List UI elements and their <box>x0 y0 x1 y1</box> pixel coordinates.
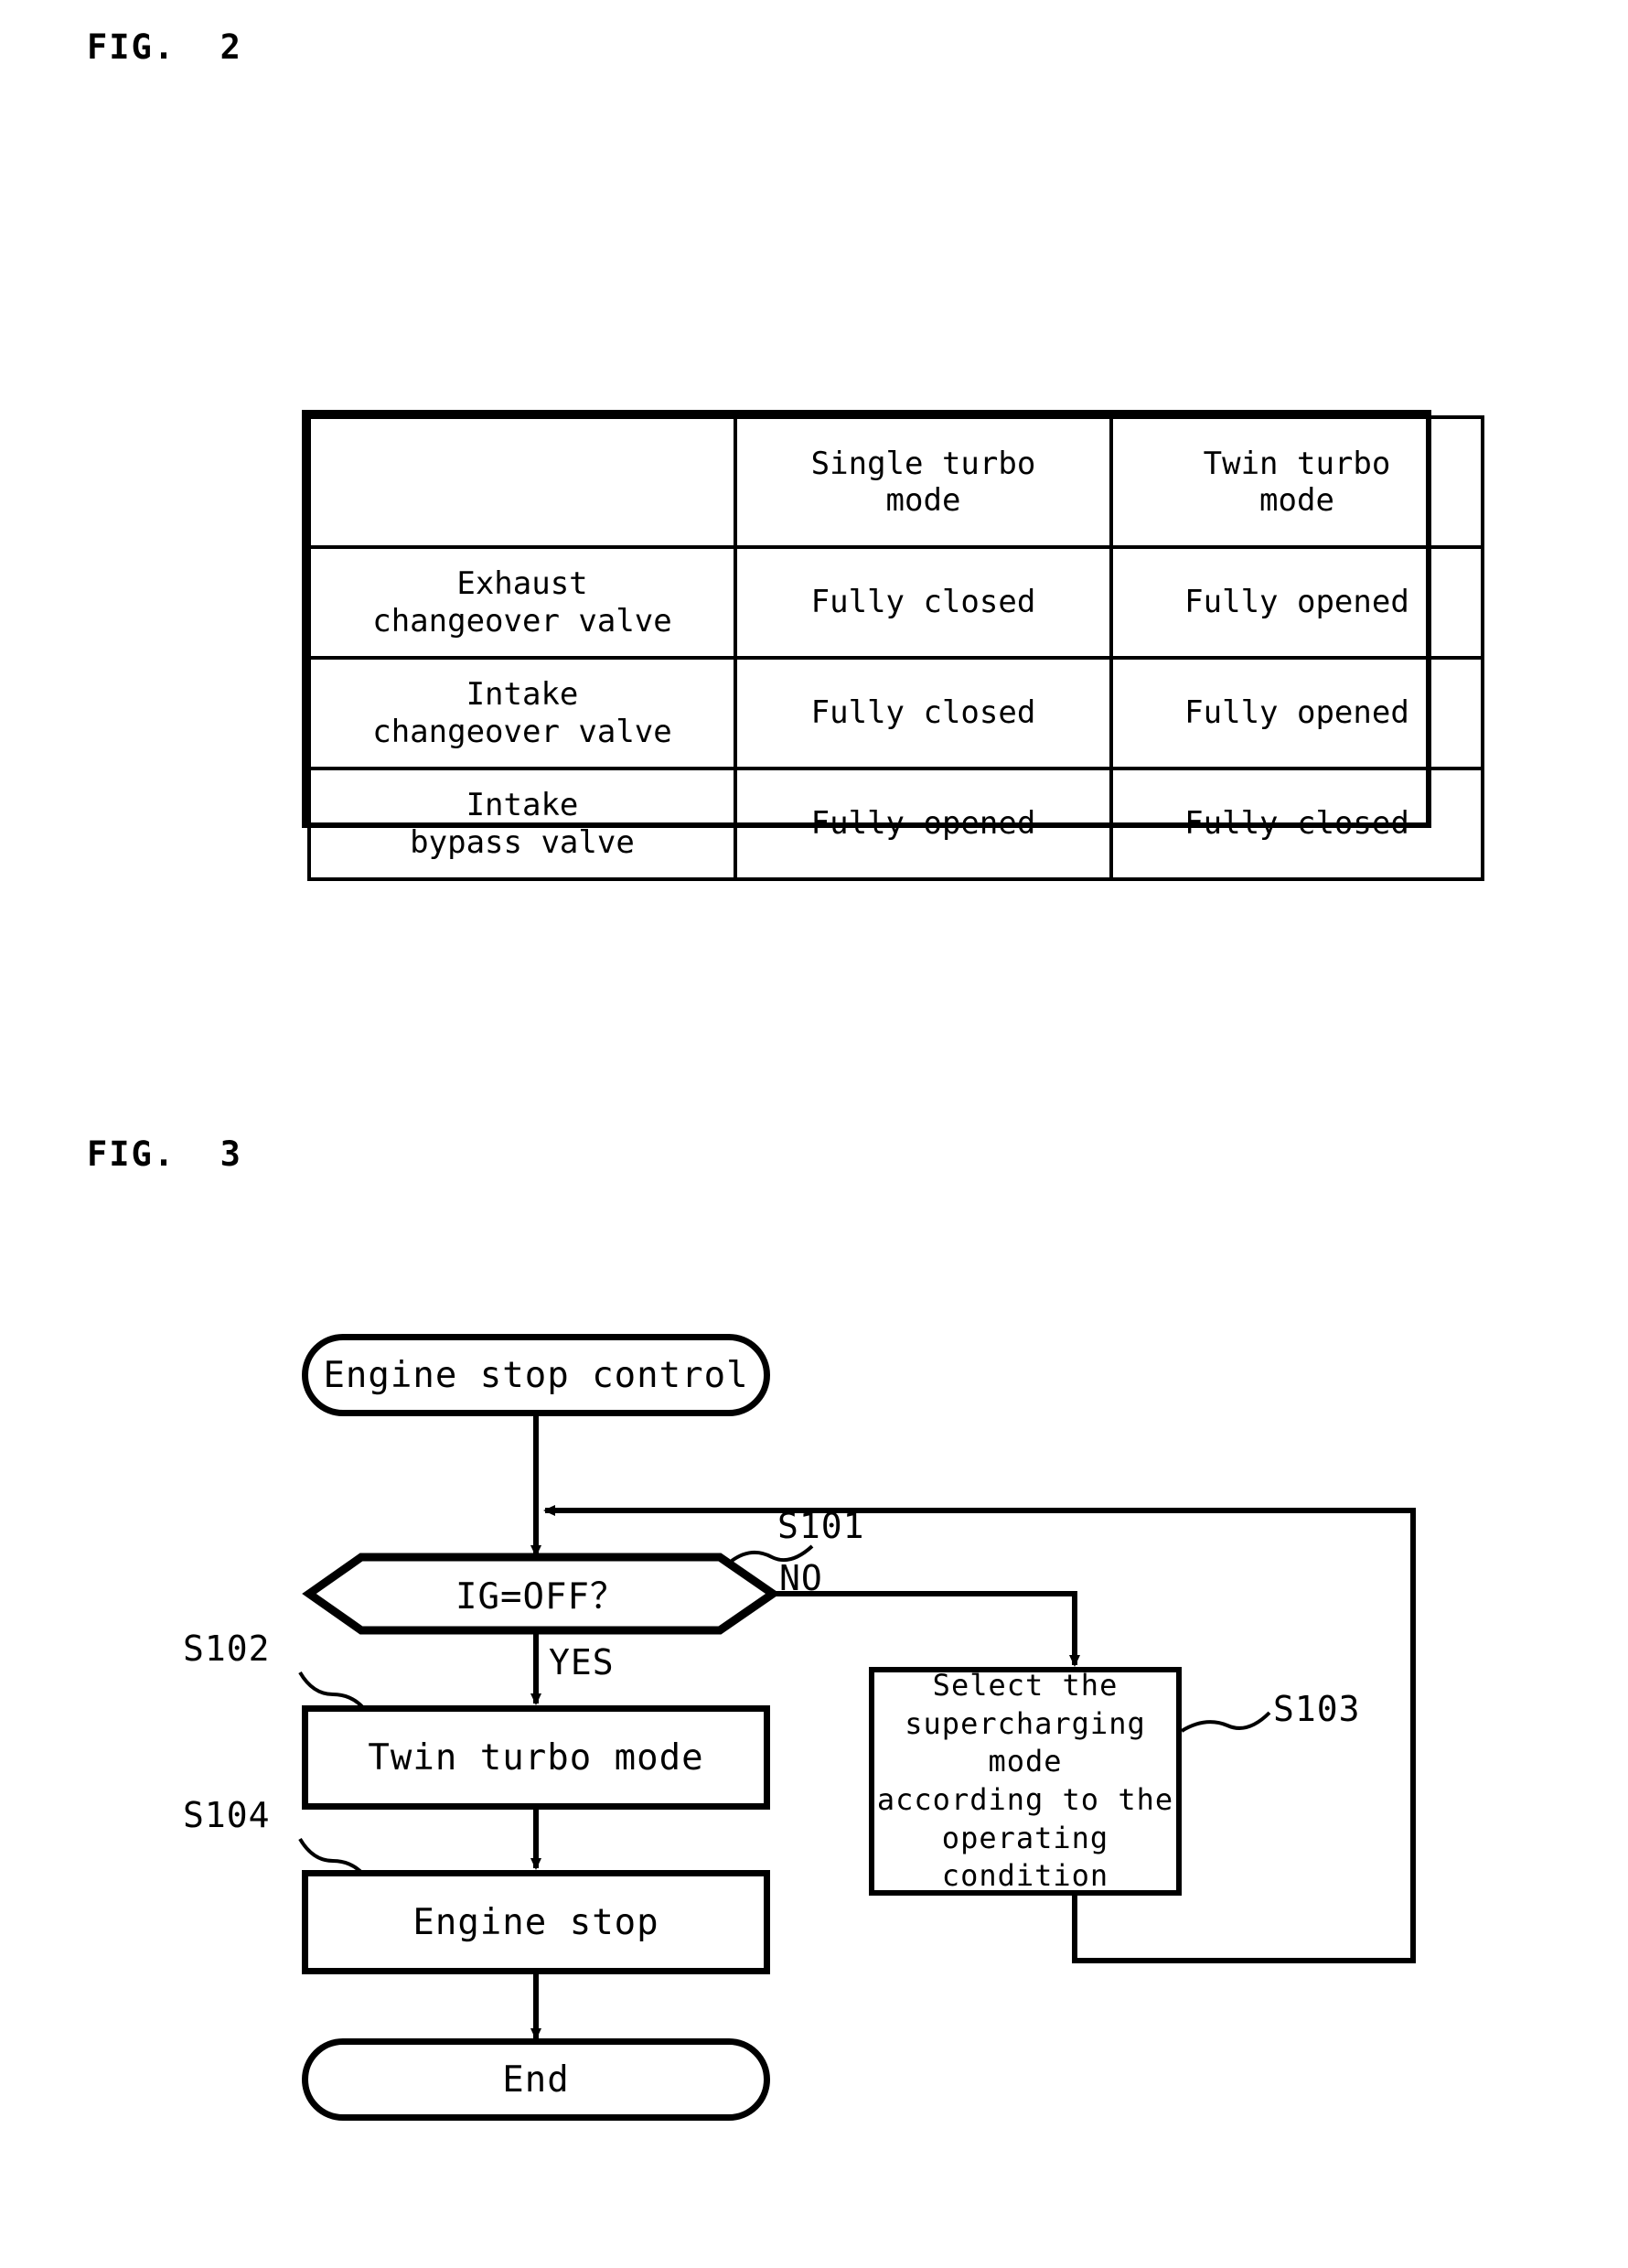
table-row: Intake bypass valve Fully opened Fully c… <box>307 767 1484 881</box>
flow-node-select-supercharging-mode[interactable]: Select the supercharging mode according … <box>869 1667 1182 1896</box>
figure-3-label: FIG. 3 <box>87 1134 242 1174</box>
cell-intake-bypass-twin: Fully closed <box>1109 767 1484 881</box>
table-header-row: Single turbo mode Twin turbo mode <box>307 415 1484 549</box>
table-row: Exhaust changeover valve Fully closed Fu… <box>307 545 1484 660</box>
column-header-single-turbo: Single turbo mode <box>734 415 1113 549</box>
cell-intake-changeover-single: Fully closed <box>734 656 1113 770</box>
branch-label-yes: YES <box>549 1642 615 1682</box>
flow-node-decision-ig-off[interactable]: IG=OFF？ <box>309 1557 773 1630</box>
cell-intake-bypass-single: Fully opened <box>734 767 1113 881</box>
step-ref-s103: S103 <box>1273 1689 1361 1729</box>
row-label-intake-bypass-valve: Intake bypass valve <box>307 767 737 881</box>
table-row: Intake changeover valve Fully closed Ful… <box>307 656 1484 770</box>
row-label-intake-changeover-valve: Intake changeover valve <box>307 656 737 770</box>
figure-2-label: FIG. 2 <box>87 27 242 67</box>
flow-node-engine-stop[interactable]: Engine stop <box>302 1870 770 1974</box>
cell-intake-changeover-twin: Fully opened <box>1109 656 1484 770</box>
flow-node-twin-turbo-mode[interactable]: Twin turbo mode <box>302 1705 770 1810</box>
step-ref-s102: S102 <box>183 1628 271 1669</box>
branch-label-no: NO <box>779 1558 823 1598</box>
flow-node-end[interactable]: End <box>302 2038 770 2121</box>
table-corner-cell <box>307 415 737 549</box>
turbo-mode-table: Single turbo mode Twin turbo mode Exhaus… <box>302 410 1484 881</box>
step-ref-s104: S104 <box>183 1795 271 1835</box>
cell-exhaust-twin: Fully opened <box>1109 545 1484 660</box>
row-label-exhaust-changeover-valve: Exhaust changeover valve <box>307 545 737 660</box>
flow-node-start[interactable]: Engine stop control <box>302 1334 770 1416</box>
flowchart-connectors <box>298 1416 1416 2040</box>
step-ref-s101: S101 <box>777 1506 865 1546</box>
column-header-twin-turbo: Twin turbo mode <box>1109 415 1484 549</box>
cell-exhaust-single: Fully closed <box>734 545 1113 660</box>
